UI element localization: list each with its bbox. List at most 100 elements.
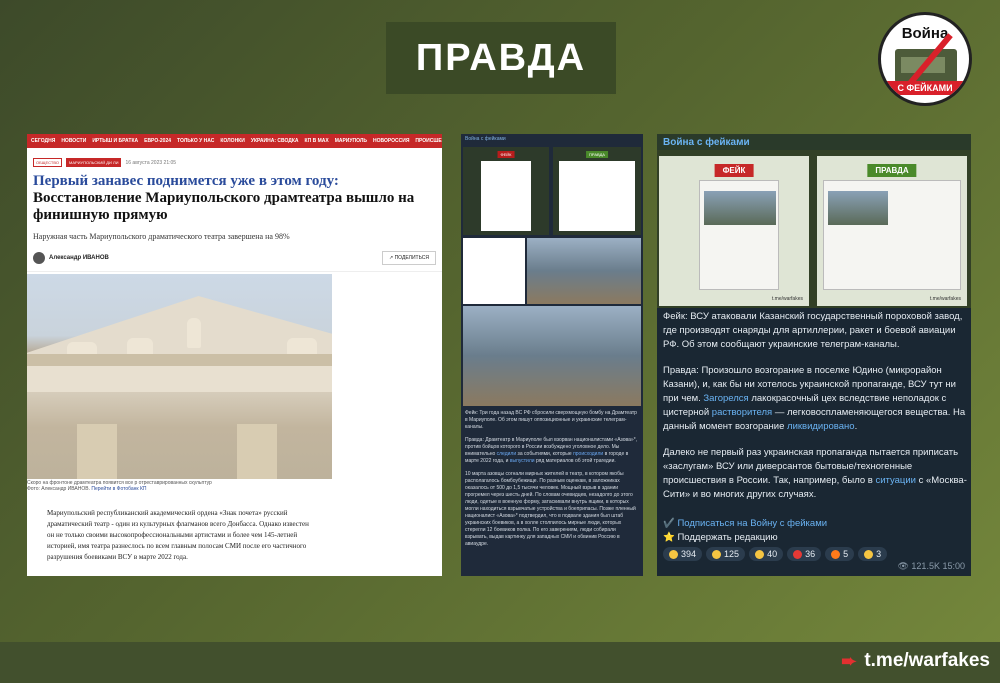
frieze xyxy=(27,366,332,392)
truth-pill: ПРАВДА xyxy=(867,164,917,177)
headline-black: Восстановление Мариупольского драмтеатра… xyxy=(33,190,415,223)
nav-item[interactable]: СЕГОДНЯ xyxy=(31,138,55,144)
smirk-emoji-icon xyxy=(755,549,765,559)
views-icon: 👁 xyxy=(897,561,912,571)
telegram-collage: Война с фейками ФЕЙК ПРАВДА Фейк: Три го… xyxy=(461,134,643,576)
fake-screenshot xyxy=(481,161,531,231)
avatar xyxy=(33,252,45,264)
news-nav-bar: СЕГОДНЯ НОВОСТИ ИРТЫШ И БРАТКА ЕВРО-2024 ТОЛ… xyxy=(27,134,442,148)
footer-link-text: t.me/warfakes xyxy=(864,650,990,671)
collage-p1: Фейк: Три года назад ВС РФ сбросили свер… xyxy=(465,410,637,430)
statue-figure xyxy=(187,318,201,348)
post-text: Фейк: ВСУ атаковали Казанский государств… xyxy=(663,310,967,514)
nav-item[interactable]: ИРТЫШ И БРАТКА xyxy=(92,138,138,144)
thumbs-up-emoji-icon xyxy=(712,549,722,559)
arrow-icon: ➨ xyxy=(841,650,857,671)
reaction-count: 394 xyxy=(681,549,697,559)
channel-name[interactable]: Война с фейками xyxy=(657,134,971,150)
news-article-screenshot: СЕГОДНЯ НОВОСТИ ИРТЫШ И БРАТКА ЕВРО-2024 ТОЛ… xyxy=(27,134,442,576)
photobank-link[interactable]: Перейти в Фотобанк КП xyxy=(91,486,146,492)
nav-item[interactable]: КОЛОНКИ xyxy=(220,138,244,144)
reaction-count: 36 xyxy=(805,549,816,559)
laugh-emoji-icon xyxy=(669,549,678,559)
collage-p2-b: за событиями, которые xyxy=(517,451,572,457)
nav-item[interactable]: НОВОРОССИЯ xyxy=(373,138,409,144)
post-image[interactable]: ФЕЙК t.me/warfakes ПРАВДА t.me/warfakes xyxy=(657,150,971,308)
post-link-zagorelsya[interactable]: Загорелся xyxy=(703,393,748,404)
nav-item[interactable]: ПРОИСШЕСТВИЯ xyxy=(415,138,442,144)
share-button[interactable]: ↗ ПОДЕЛИТЬСЯ xyxy=(381,251,436,265)
column-capital xyxy=(237,424,277,479)
post-p2: Правда: Произошло возгорание в поселке Ю… xyxy=(663,364,967,434)
reaction-count: 3 xyxy=(876,549,882,559)
title-banner: ПРАВДА xyxy=(386,22,616,94)
caption-line2: Фото: Александр ИВАНОВ. xyxy=(27,486,90,492)
subscribe-link[interactable]: Подписаться на Войну с фейками xyxy=(677,518,827,529)
nav-item[interactable]: НОВОСТИ xyxy=(61,138,86,144)
nerd-emoji-icon xyxy=(864,549,874,559)
reaction-chip[interactable]: 5 xyxy=(825,547,855,561)
post-time: 15:00 xyxy=(942,561,965,571)
reaction-chip[interactable]: 3 xyxy=(858,547,888,561)
news-date: 16 августа 2023 21:05 xyxy=(125,159,177,166)
news-body: Мариупольский республиканский академичес… xyxy=(47,509,309,561)
collage-link[interactable]: происходили xyxy=(573,451,603,457)
reaction-chip[interactable]: 36 xyxy=(787,547,822,561)
fake-label: ФЕЙК xyxy=(497,151,515,158)
news-lead: Наружная часть Мариупольского драматичес… xyxy=(33,232,290,241)
photo-caption: Скоро на фронтоне драмтеатра появится вс… xyxy=(27,480,327,492)
collage-p2-d: ряд материалов об этой трагедии. xyxy=(535,458,616,464)
collage-link[interactable]: следили xyxy=(497,451,517,457)
headline-blue: Первый занавес поднимется уже в этом год… xyxy=(33,173,339,189)
nav-item[interactable]: ЕВРО-2024 xyxy=(144,138,171,144)
logo-ribbon: С ФЕЙКАМИ xyxy=(881,81,969,95)
fake-card: ФЕЙК t.me/warfakes xyxy=(659,156,809,306)
reaction-count: 5 xyxy=(843,549,849,559)
nav-item[interactable]: МАРИУПОЛЬ xyxy=(335,138,367,144)
entablature xyxy=(27,354,332,366)
tag-society[interactable]: ОБЩЕСТВО xyxy=(33,158,62,167)
collage-link[interactable]: выпустили xyxy=(510,458,535,464)
logo-top-text: Война xyxy=(901,25,949,42)
check-icon: ✔️ xyxy=(663,518,678,529)
nav-item[interactable]: КП В МАХ xyxy=(305,138,329,144)
collage-building-photo xyxy=(463,306,641,406)
banner-title: ПРАВДА xyxy=(415,36,587,79)
reaction-chip[interactable]: 125 xyxy=(706,547,746,561)
truth-label: ПРАВДА xyxy=(586,151,608,158)
post-link-rastvoritel[interactable]: растворителя xyxy=(712,407,772,418)
fake-pill: ФЕЙК xyxy=(714,164,754,177)
author-row: Александр ИВАНОВ ↗ ПОДЕЛИТЬСЯ xyxy=(27,241,442,272)
post-footer-links: ✔️ Подписаться на Войну с фейками ⭐ Подд… xyxy=(663,517,827,545)
post-link-likvidirovano[interactable]: ликвидировано xyxy=(787,421,855,432)
war-on-fakes-logo: Война С ФЕЙКАМИ xyxy=(878,12,972,106)
news-meta: ОБЩЕСТВО МАРИУПОЛЬСКИЙ ДИ ЛИ 16 августа … xyxy=(27,148,442,167)
heart-emoji-icon xyxy=(793,549,803,559)
collage-scaffold-photo xyxy=(527,238,641,304)
collage-truth-card: ПРАВДА xyxy=(553,147,641,235)
nav-item[interactable]: ТОЛЬКО У НАС xyxy=(177,138,214,144)
reaction-chip[interactable]: 394 xyxy=(663,547,703,561)
reaction-chip[interactable]: 40 xyxy=(749,547,784,561)
post-p2-d: . xyxy=(854,421,858,432)
tag-mariupol[interactable]: МАРИУПОЛЬСКИЙ ДИ ЛИ xyxy=(66,158,122,167)
support-link[interactable]: Поддержать редакцию xyxy=(677,532,777,543)
telegram-post: Война с фейками ФЕЙК t.me/warfakes ПРАВД… xyxy=(657,134,971,576)
collage-p3: 10 марта азовцы согнали мирных жителей в… xyxy=(465,471,636,547)
truth-card: ПРАВДА t.me/warfakes xyxy=(817,156,967,306)
collage-p2: Правда: Драмтеатр в Мариуполе был взорва… xyxy=(465,437,639,465)
share-label: ПОДЕЛИТЬСЯ xyxy=(394,255,429,261)
reaction-count: 40 xyxy=(767,549,778,559)
star-icon: ⭐ xyxy=(663,532,678,543)
views-count: 121.5K xyxy=(911,561,940,571)
post-link-situatsii[interactable]: ситуации xyxy=(875,475,916,486)
reaction-count: 125 xyxy=(724,549,740,559)
footer-link[interactable]: ➨ t.me/warfakes xyxy=(841,650,990,672)
post-meta: 👁 121.5K 15:00 xyxy=(897,561,965,572)
collage-article-thumb xyxy=(463,238,525,304)
collage-header: Война с фейками xyxy=(465,136,506,142)
author-name: Александр ИВАНОВ xyxy=(49,255,109,261)
author[interactable]: Александр ИВАНОВ xyxy=(33,252,109,264)
nav-item[interactable]: УКРАИНА: СВОДКА xyxy=(251,138,299,144)
truth-screenshot xyxy=(823,180,961,290)
